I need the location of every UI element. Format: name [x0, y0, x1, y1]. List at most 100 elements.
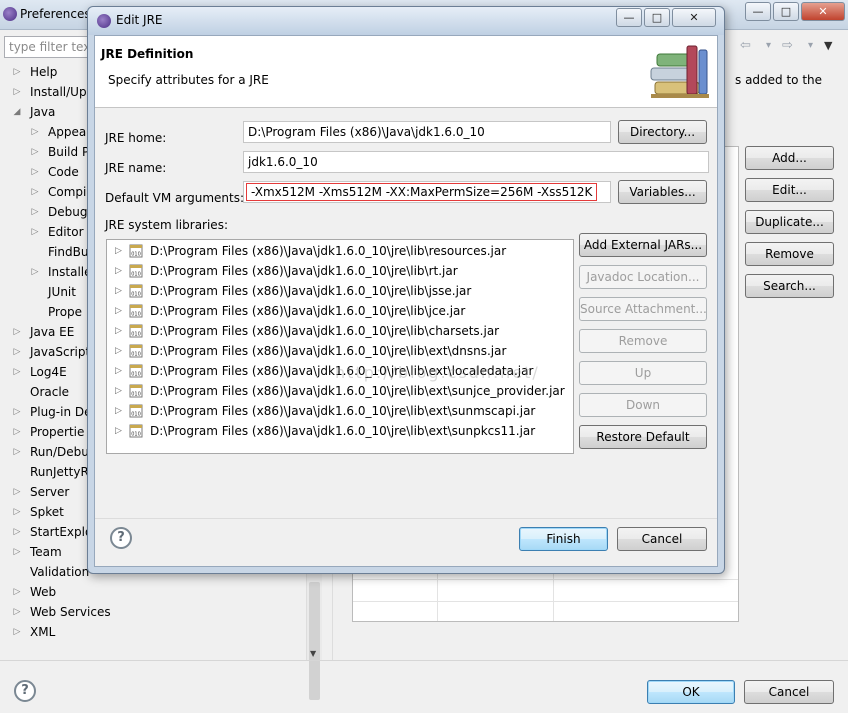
collapsed-arrow-icon[interactable]: [30, 282, 40, 302]
jar-icon: 010: [129, 324, 143, 338]
collapsed-arrow-icon[interactable]: ▷: [115, 321, 122, 341]
tree-scrollbar-thumb[interactable]: [309, 582, 320, 700]
collapsed-arrow-icon[interactable]: ▷: [115, 281, 122, 301]
collapsed-arrow-icon[interactable]: ▷: [12, 582, 22, 602]
view-menu-icon[interactable]: ▼: [824, 39, 832, 52]
restore-default-button[interactable]: Restore Default: [579, 425, 707, 449]
duplicate-jre-button[interactable]: Duplicate...: [745, 210, 834, 234]
jar-icon: 010: [129, 284, 143, 298]
library-row[interactable]: ▷ 010 D:\Program Files (x86)\Java\jdk1.6.0…: [107, 321, 573, 341]
add-jre-button[interactable]: Add...: [745, 146, 834, 170]
vm-args-input[interactable]: -Xmx512M -Xms512M -XX:MaxPermSize=256M -…: [243, 181, 611, 203]
dialog-maximize-button[interactable]: □: [644, 8, 670, 27]
svg-text:010: 010: [131, 252, 141, 258]
dialog-close-button[interactable]: ✕: [672, 8, 716, 27]
collapsed-arrow-icon[interactable]: ▷: [12, 502, 22, 522]
directory-button[interactable]: Directory...: [618, 120, 707, 144]
collapsed-arrow-icon[interactable]: ▷: [30, 202, 40, 222]
collapsed-arrow-icon[interactable]: ▷: [12, 322, 22, 342]
remove-jre-button[interactable]: Remove: [745, 242, 834, 266]
add-external-jars-button[interactable]: Add External JARs...: [579, 233, 707, 257]
collapsed-arrow-icon[interactable]: ▷: [115, 361, 122, 381]
collapsed-arrow-icon[interactable]: ▷: [115, 421, 122, 441]
collapsed-arrow-icon[interactable]: ▷: [115, 401, 122, 421]
library-row[interactable]: ▷ 010 D:\Program Files (x86)\Java\jdk1.6.0…: [107, 261, 573, 281]
source-attachment-button[interactable]: Source Attachment...: [579, 297, 707, 321]
svg-text:010: 010: [131, 312, 141, 318]
collapsed-arrow-icon[interactable]: ▷: [12, 342, 22, 362]
jre-home-label: JRE home:: [105, 131, 167, 145]
svg-text:010: 010: [131, 412, 141, 418]
back-menu-icon[interactable]: ▾: [766, 40, 771, 51]
collapsed-arrow-icon[interactable]: ▷: [12, 62, 22, 82]
dialog-minimize-button[interactable]: —: [616, 8, 642, 27]
up-button[interactable]: Up: [579, 361, 707, 385]
collapsed-arrow-icon[interactable]: ▷: [115, 241, 122, 261]
library-row[interactable]: ▷ 010 D:\Program Files (x86)\Java\jdk1.6.0…: [107, 281, 573, 301]
ok-button[interactable]: OK: [647, 680, 735, 704]
filter-input[interactable]: type filter tex: [4, 36, 88, 58]
jre-name-input[interactable]: jdk1.6.0_10: [243, 151, 709, 173]
collapsed-arrow-icon[interactable]: ▷: [12, 482, 22, 502]
jar-icon: 010: [129, 364, 143, 378]
finish-button[interactable]: Finish: [519, 527, 608, 551]
library-path: D:\Program Files (x86)\Java\jdk1.6.0_10\…: [150, 244, 507, 258]
down-button[interactable]: Down: [579, 393, 707, 417]
forward-menu-icon[interactable]: ▾: [808, 40, 813, 51]
preferences-cancel-button[interactable]: Cancel: [744, 680, 834, 704]
forward-arrow-icon[interactable]: ⇨: [782, 38, 793, 53]
collapsed-arrow-icon[interactable]: ▷: [30, 222, 40, 242]
search-jre-button[interactable]: Search...: [745, 274, 834, 298]
collapsed-arrow-icon[interactable]: ▷: [12, 362, 22, 382]
watermark: http://blog.csdn.net/: [335, 363, 540, 382]
library-row[interactable]: ▷ 010 D:\Program Files (x86)\Java\jdk1.6.0…: [107, 341, 573, 361]
close-button[interactable]: ✕: [801, 2, 845, 21]
help-icon[interactable]: ?: [14, 680, 36, 702]
collapsed-arrow-icon[interactable]: ▷: [30, 162, 40, 182]
collapsed-arrow-icon[interactable]: ▷: [12, 622, 22, 642]
system-libraries-list[interactable]: ▷ 010 D:\Program Files (x86)\Java\jdk1.6.0…: [106, 239, 574, 454]
minimize-button[interactable]: —: [745, 2, 771, 21]
collapsed-arrow-icon[interactable]: ▷: [115, 341, 122, 361]
collapsed-arrow-icon[interactable]: ▷: [12, 542, 22, 562]
javadoc-location-button[interactable]: Javadoc Location...: [579, 265, 707, 289]
maximize-button[interactable]: □: [773, 2, 799, 21]
collapsed-arrow-icon[interactable]: ▷: [12, 602, 22, 622]
library-row[interactable]: ▷ 010 D:\Program Files (x86)\Java\jdk1.6.0…: [107, 301, 573, 321]
library-row[interactable]: ▷ 010 D:\Program Files (x86)\Java\jdk1.6.0…: [107, 401, 573, 421]
collapsed-arrow-icon[interactable]: ▷: [12, 422, 22, 442]
remove-library-button[interactable]: Remove: [579, 329, 707, 353]
collapsed-arrow-icon[interactable]: [12, 382, 22, 402]
jar-icon: 010: [129, 404, 143, 418]
collapsed-arrow-icon[interactable]: [12, 462, 22, 482]
svg-text:010: 010: [131, 272, 141, 278]
collapsed-arrow-icon[interactable]: ▷: [115, 381, 122, 401]
collapsed-arrow-icon[interactable]: ▷: [12, 402, 22, 422]
collapsed-arrow-icon[interactable]: ▷: [115, 301, 122, 321]
dialog-help-icon[interactable]: ?: [110, 527, 132, 549]
tree-item-label: Java EE: [30, 325, 75, 339]
dialog-cancel-button[interactable]: Cancel: [617, 527, 707, 551]
collapsed-arrow-icon[interactable]: [30, 242, 40, 262]
collapsed-arrow-icon[interactable]: ▷: [12, 522, 22, 542]
collapsed-arrow-icon[interactable]: ▷: [30, 142, 40, 162]
scroll-down-arrow-icon[interactable]: ▼: [310, 649, 316, 658]
collapsed-arrow-icon[interactable]: ▷: [115, 261, 122, 281]
expanded-arrow-icon[interactable]: ◢: [12, 102, 22, 122]
jar-icon: 010: [129, 304, 143, 318]
collapsed-arrow-icon[interactable]: ▷: [30, 182, 40, 202]
edit-jre-button[interactable]: Edit...: [745, 178, 834, 202]
collapsed-arrow-icon[interactable]: ▷: [12, 442, 22, 462]
tree-item-label: Validation: [30, 565, 90, 579]
library-row[interactable]: ▷ 010 D:\Program Files (x86)\Java\jdk1.6.0…: [107, 421, 573, 441]
collapsed-arrow-icon[interactable]: [30, 302, 40, 322]
back-arrow-icon[interactable]: ⇦: [740, 38, 751, 53]
collapsed-arrow-icon[interactable]: ▷: [30, 122, 40, 142]
collapsed-arrow-icon[interactable]: ▷: [30, 262, 40, 282]
variables-button[interactable]: Variables...: [618, 180, 707, 204]
jre-home-input[interactable]: D:\Program Files (x86)\Java\jdk1.6.0_10: [243, 121, 611, 143]
library-row[interactable]: ▷ 010 D:\Program Files (x86)\Java\jdk1.6.0…: [107, 381, 573, 401]
collapsed-arrow-icon[interactable]: ▷: [12, 82, 22, 102]
library-row[interactable]: ▷ 010 D:\Program Files (x86)\Java\jdk1.6.0…: [107, 241, 573, 261]
collapsed-arrow-icon[interactable]: [12, 562, 22, 582]
